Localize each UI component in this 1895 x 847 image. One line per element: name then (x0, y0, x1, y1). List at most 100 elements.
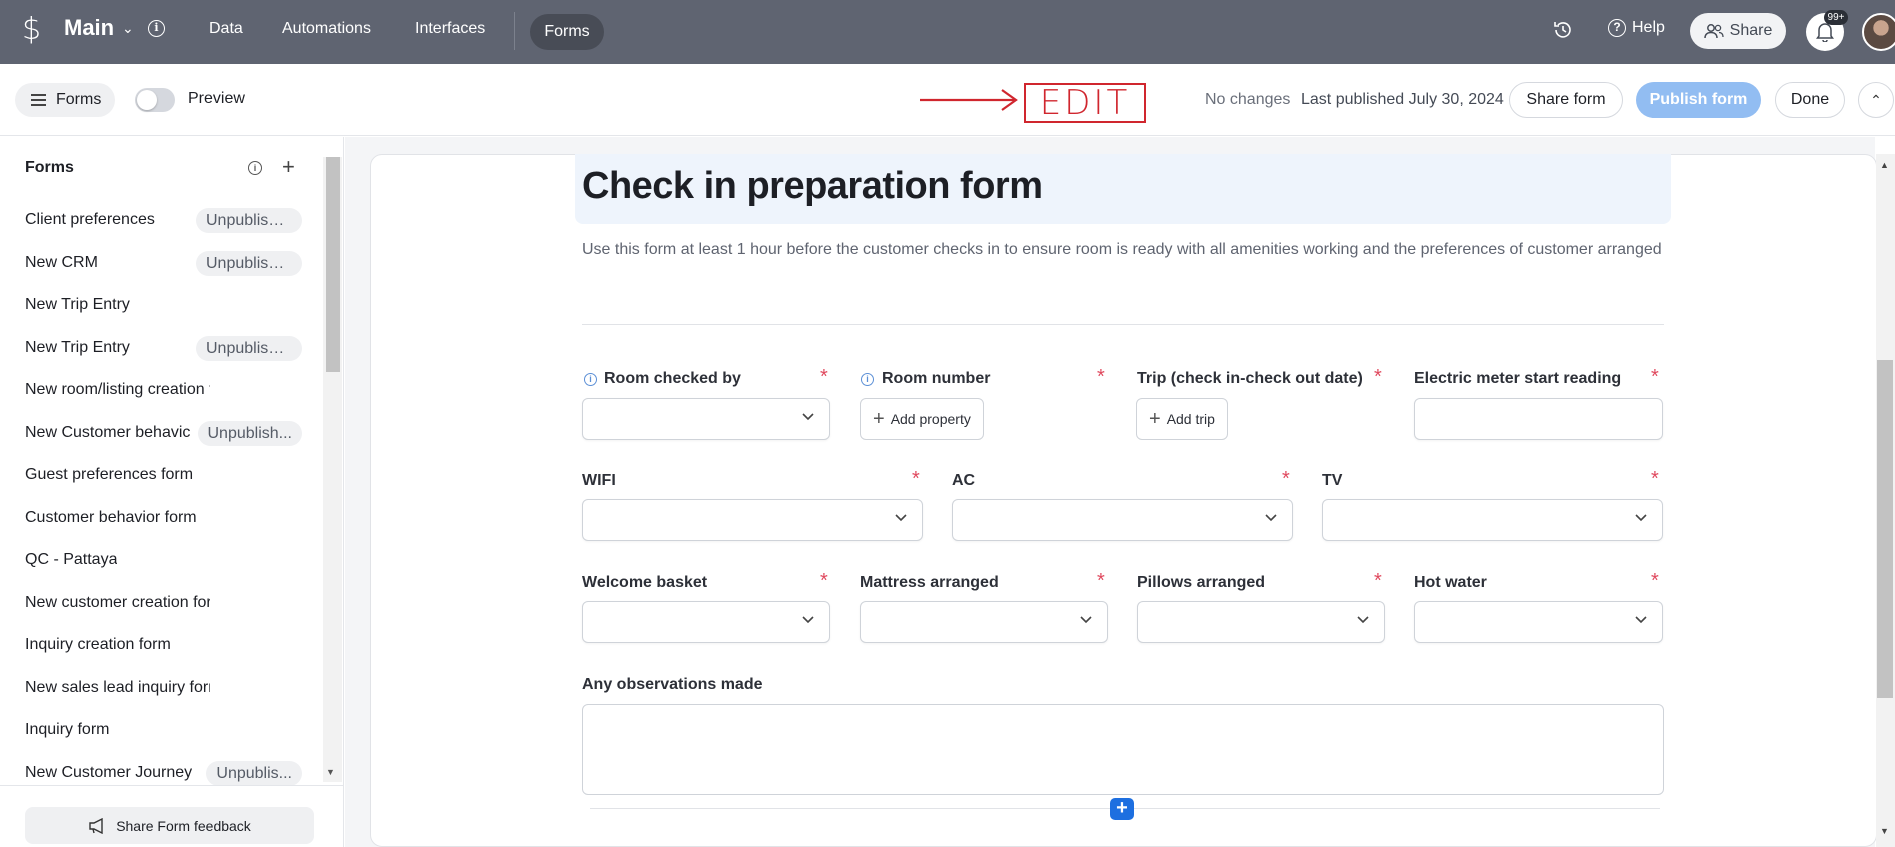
history-icon[interactable] (1552, 19, 1574, 41)
sidebar-form-item[interactable]: Inquiry creation form (0, 624, 320, 667)
chevron-down-icon (802, 616, 814, 624)
sidebar-form-label: New room/listing creation form (25, 381, 210, 399)
share-form-button[interactable]: Share form (1509, 82, 1623, 118)
room-number-label: Room number (882, 370, 991, 387)
sidebar-form-label: New sales lead inquiry form (25, 678, 210, 696)
chevron-down-icon[interactable]: ⌄ (122, 20, 134, 37)
help-label: Help (1632, 19, 1665, 36)
chevron-down-icon (1357, 616, 1369, 624)
form-description[interactable]: Use this form at least 1 hour before the… (582, 238, 1662, 262)
ac-dropdown[interactable] (952, 499, 1293, 541)
scroll-down-arrow-icon[interactable]: ▼ (1880, 826, 1889, 836)
required-asterisk: * (1097, 366, 1105, 388)
share-button[interactable]: Share (1690, 13, 1786, 49)
sidebar-form-item[interactable]: Guest preferences form (0, 454, 320, 497)
sidebar-form-item[interactable]: Client preferences Unpublished (0, 199, 320, 242)
tv-dropdown[interactable] (1322, 499, 1663, 541)
nav-forms[interactable]: Forms (530, 14, 604, 50)
change-status: No changes (1205, 91, 1291, 108)
publish-form-button[interactable]: Publish form (1636, 82, 1761, 118)
info-icon[interactable]: i (248, 161, 262, 175)
sidebar-form-label: New Customer Journey (25, 763, 193, 781)
sidebar-form-item[interactable]: New Trip Entry (0, 284, 320, 327)
sidebar-form-item[interactable]: New Customer Journey Unpublis... (0, 752, 320, 795)
scroll-up-arrow-icon[interactable]: ▲ (1880, 160, 1889, 170)
chevron-down-icon (1265, 514, 1277, 522)
top-navigation-bar: $ Main ⌄ i Data Automations Interfaces F… (0, 0, 1895, 64)
add-property-button[interactable]: + Add property (860, 398, 984, 440)
sidebar-title: Forms (25, 159, 74, 176)
wifi-dropdown[interactable] (582, 499, 923, 541)
sidebar-scroll-thumb[interactable] (326, 157, 340, 372)
nav-interfaces[interactable]: Interfaces (415, 20, 485, 38)
forms-menu-button[interactable]: Forms (15, 83, 115, 117)
required-asterisk: * (1651, 468, 1659, 490)
add-form-plus-icon[interactable]: + (282, 154, 295, 180)
pillows-dropdown[interactable] (1137, 601, 1385, 643)
required-asterisk: * (1374, 366, 1382, 388)
add-trip-button[interactable]: + Add trip (1136, 398, 1228, 440)
share-feedback-button[interactable]: Share Form feedback (25, 807, 314, 844)
sidebar-form-item[interactable]: New CRM Unpublished (0, 242, 320, 285)
trip-label: Trip (check in-check out date) (1137, 370, 1363, 387)
info-icon[interactable]: i (148, 20, 165, 37)
help-button[interactable]: ? Help (1608, 19, 1665, 37)
sidebar-form-item[interactable]: New Trip Entry Unpublished (0, 327, 320, 370)
nav-data[interactable]: Data (209, 20, 243, 38)
sidebar-form-item[interactable]: New customer creation form (0, 582, 320, 625)
sidebar-divider (0, 785, 343, 786)
required-asterisk: * (1651, 366, 1659, 388)
status-badge: Unpublished (196, 250, 302, 276)
sidebar-form-label: New customer creation form (25, 593, 210, 611)
status-badge: Unpublished (196, 335, 302, 361)
electric-meter-input[interactable] (1414, 398, 1663, 440)
forms-menu-label: Forms (56, 91, 102, 108)
required-asterisk: * (1282, 468, 1290, 490)
last-published-date: Last published July 30, 2024 (1301, 91, 1504, 108)
forms-sidebar: Forms i + Client preferences Unpublished N… (0, 137, 344, 847)
sidebar-form-item[interactable]: New room/listing creation form (0, 369, 320, 412)
required-asterisk: * (912, 468, 920, 490)
preview-label: Preview (188, 90, 245, 107)
nav-automations[interactable]: Automations (282, 20, 371, 38)
status-badge: Unpublish... (197, 420, 302, 446)
add-trip-label: Add trip (1166, 411, 1215, 427)
currency-logo-icon[interactable]: $ (22, 12, 41, 47)
field-info-icon[interactable]: i (584, 373, 597, 386)
form-title[interactable]: Check in preparation form (582, 165, 1043, 208)
preview-toggle[interactable] (135, 88, 175, 112)
collapse-chevron-up-icon[interactable]: ⌃ (1858, 82, 1894, 118)
room-checked-by-dropdown[interactable] (582, 398, 830, 440)
hamburger-icon (31, 94, 46, 106)
done-button[interactable]: Done (1775, 82, 1845, 118)
welcome-basket-label: Welcome basket (582, 574, 708, 591)
scroll-down-arrow-icon[interactable]: ▼ (326, 767, 335, 777)
hot-water-label: Hot water (1414, 574, 1487, 591)
chevron-down-icon (1080, 616, 1092, 624)
main-scroll-thumb[interactable] (1877, 360, 1893, 698)
hot-water-dropdown[interactable] (1414, 601, 1663, 643)
field-info-icon[interactable]: i (861, 373, 874, 386)
mattress-dropdown[interactable] (860, 601, 1108, 643)
ac-label: AC (952, 472, 976, 489)
tv-label: TV (1322, 472, 1343, 489)
sidebar-form-item[interactable]: Customer behavior form (0, 497, 320, 540)
sidebar-form-item[interactable]: QC - Pattaya (0, 539, 320, 582)
sidebar-form-label: Guest preferences form (25, 466, 194, 484)
nav-divider (514, 12, 515, 50)
plus-icon: + (1149, 408, 1161, 430)
annotation-arrow-icon (920, 89, 1018, 111)
sidebar-form-label: Inquiry form (25, 721, 110, 739)
sidebar-form-item[interactable]: New Customer behavic Unpublish... (0, 412, 320, 455)
sidebar-form-item[interactable]: New sales lead inquiry form (0, 667, 320, 710)
observations-textarea[interactable] (582, 704, 1664, 795)
sidebar-form-item[interactable]: Inquiry form (0, 709, 320, 752)
required-asterisk: * (1651, 570, 1659, 592)
required-asterisk: * (820, 366, 828, 388)
user-avatar[interactable] (1862, 13, 1895, 51)
base-name[interactable]: Main (64, 15, 114, 41)
add-field-plus-icon[interactable]: + (1110, 798, 1134, 820)
required-asterisk: * (1097, 570, 1105, 592)
welcome-basket-dropdown[interactable] (582, 601, 830, 643)
sidebar-form-label: QC - Pattaya (25, 551, 118, 569)
